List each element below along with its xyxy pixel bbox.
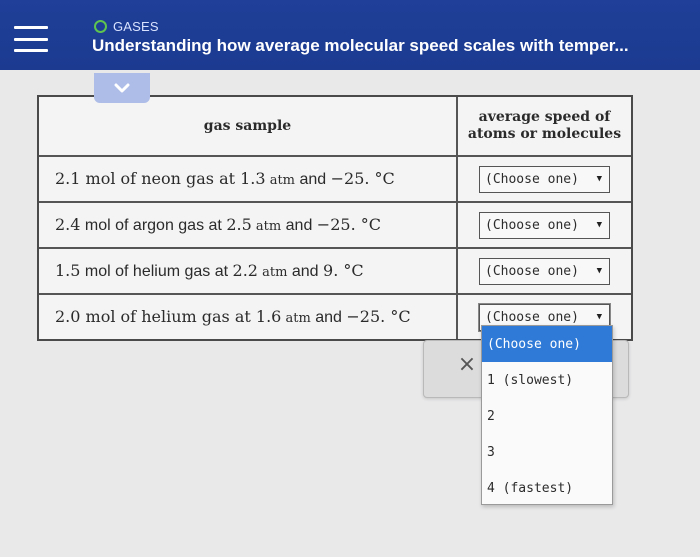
header-speed-line2: atoms or molecules — [467, 126, 622, 142]
chevron-down-icon — [114, 83, 130, 93]
speed-rank-select[interactable]: (Choose one) ▼ — [479, 165, 610, 193]
page-title: Understanding how average molecular spee… — [92, 36, 629, 55]
moles-value: 2.4 — [55, 215, 81, 234]
sample-description: 1.5 mol of helium gas at 2.2 atm and 9. … — [39, 261, 364, 281]
caret-down-icon: ▼ — [596, 220, 602, 230]
temperature-value: −25. °C — [330, 169, 395, 188]
table-header-row: gas sample average speed of atoms or mol… — [39, 97, 631, 157]
dropdown-option[interactable]: 3 — [482, 434, 612, 470]
select-value: (Choose one) — [485, 217, 579, 233]
collapse-button[interactable] — [94, 73, 150, 103]
and-text: and — [310, 309, 347, 326]
caret-down-icon: ▼ — [596, 312, 602, 322]
table-row: 1.5 mol of helium gas at 2.2 atm and 9. … — [39, 249, 631, 295]
header-cell-sample: gas sample — [39, 97, 458, 155]
speed-cell: (Choose one) ▼ — [458, 157, 631, 201]
temperature-value: −25. °C — [346, 307, 411, 326]
speed-rank-select[interactable]: (Choose one) ▼ — [479, 211, 610, 239]
sample-description: 2.1 mol of neon gas at 1.3 atm and −25. … — [39, 169, 395, 189]
gas-text: mol of argon gas at — [80, 217, 227, 234]
select-value: (Choose one) — [485, 309, 579, 325]
dropdown-option[interactable]: 2 — [482, 398, 612, 434]
menu-icon[interactable] — [14, 26, 48, 52]
topic-label: GASES — [113, 18, 159, 34]
moles-value: 1.5 — [55, 261, 81, 280]
moles-value: 2.1 — [55, 169, 81, 188]
sample-cell: 1.5 mol of helium gas at 2.2 atm and 9. … — [39, 249, 458, 293]
gas-text: mol of neon gas at — [80, 169, 241, 188]
pressure-value: 1.3 — [240, 169, 266, 188]
header-cell-speed: average speed of atoms or molecules — [458, 97, 631, 155]
speed-cell: (Choose one) ▼ — [458, 203, 631, 247]
and-text: and — [295, 171, 331, 188]
dropdown-option[interactable]: (Choose one) — [482, 326, 612, 362]
dropdown-option[interactable]: 1 (slowest) — [482, 362, 612, 398]
pressure-value: 2.2 — [232, 261, 258, 280]
pressure-value: 1.6 — [255, 307, 282, 326]
sample-cell: 2.4 mol of argon gas at 2.5 atm and −25.… — [39, 203, 458, 247]
header-speed-line1: average speed of — [478, 109, 611, 125]
sample-cell: 2.0 mol of helium gas at 1.6 atm and −25… — [39, 295, 458, 339]
and-text: and — [287, 263, 324, 280]
table-row: 2.4 mol of argon gas at 2.5 atm and −25.… — [39, 203, 631, 249]
speed-rank-select[interactable]: (Choose one) ▼ — [479, 257, 610, 285]
temperature-value: −25. °C — [316, 215, 381, 234]
pressure-value: 2.5 — [226, 215, 252, 234]
moles-value: 2.0 — [55, 307, 81, 326]
close-icon[interactable]: × — [456, 354, 478, 376]
topic-status-icon — [94, 19, 107, 33]
pressure-unit: atm — [257, 265, 288, 280]
select-value: (Choose one) — [485, 263, 579, 279]
table-row: 2.1 mol of neon gas at 1.3 atm and −25. … — [39, 157, 631, 203]
speed-rank-dropdown-list: (Choose one) 1 (slowest) 2 3 4 (fastest) — [481, 325, 613, 505]
select-value: (Choose one) — [485, 171, 579, 187]
gas-text: mol of helium gas at — [80, 307, 256, 326]
header-bar: GASES Understanding how average molecula… — [0, 0, 700, 70]
temperature-value: 9. °C — [323, 261, 364, 280]
speed-cell: (Choose one) ▼ — [458, 249, 631, 293]
pressure-unit: atm — [265, 173, 296, 188]
header-gas-sample: gas sample — [203, 117, 292, 134]
caret-down-icon: ▼ — [596, 174, 602, 184]
and-text: and — [281, 217, 317, 234]
dropdown-option[interactable]: 4 (fastest) — [482, 470, 612, 506]
gas-samples-table: gas sample average speed of atoms or mol… — [37, 95, 633, 341]
caret-down-icon: ▼ — [596, 266, 602, 276]
pressure-unit: atm — [251, 219, 282, 234]
sample-description: 2.0 mol of helium gas at 1.6 atm and −25… — [39, 307, 411, 327]
header-average-speed: average speed of atoms or molecules — [468, 109, 621, 143]
pressure-unit: atm — [281, 311, 311, 326]
gas-text: mol of helium gas at — [80, 263, 233, 280]
sample-description: 2.4 mol of argon gas at 2.5 atm and −25.… — [39, 215, 381, 235]
topic-row: GASES — [94, 17, 159, 35]
sample-cell: 2.1 mol of neon gas at 1.3 atm and −25. … — [39, 157, 458, 201]
